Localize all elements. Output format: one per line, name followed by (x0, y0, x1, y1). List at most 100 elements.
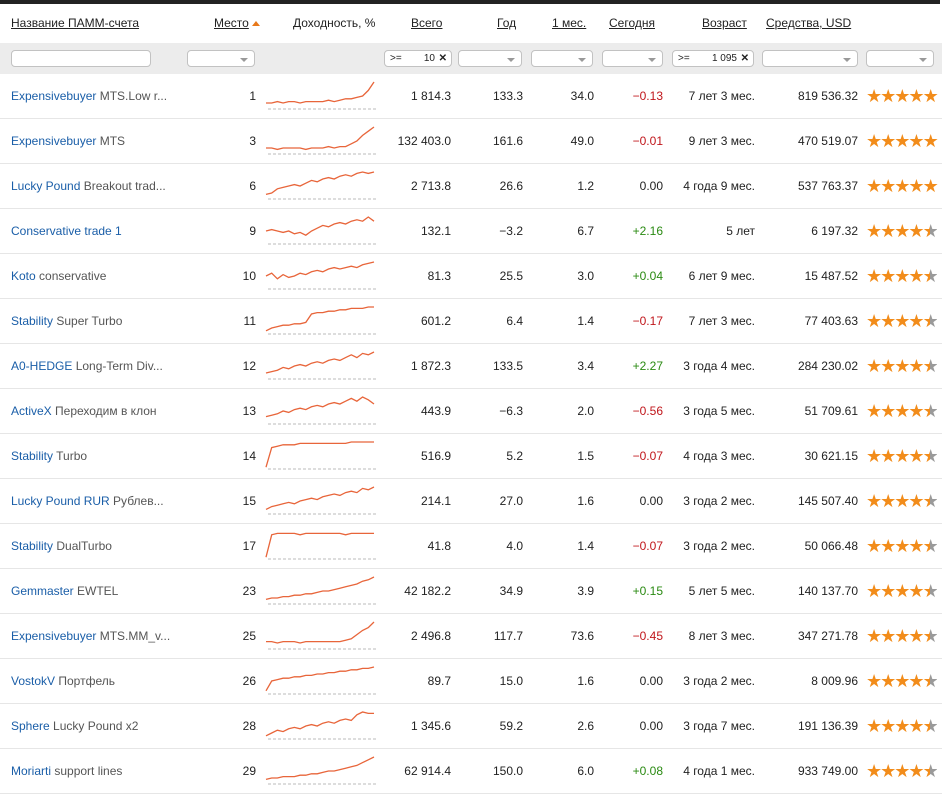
account-manager-name[interactable]: ActiveX (11, 404, 52, 418)
account-name-link[interactable]: Koto conservative (11, 254, 176, 298)
account-manager-name[interactable]: VostokV (11, 674, 55, 688)
col-place-label[interactable]: Место (214, 16, 249, 30)
total-value: 81.3 (427, 269, 451, 283)
today-value: −0.17 (632, 314, 663, 328)
account-name-link[interactable]: Expensivebuyer MTS.Low r... (11, 74, 176, 118)
col-funds-header[interactable]: Средства, USD (766, 4, 851, 43)
account-name-link[interactable]: Stability Turbo (11, 434, 176, 478)
yield-sparkline (265, 171, 376, 200)
table-row[interactable]: Koto conservative 10 81.3 25.5 3.0 +0.04 6 лет… (0, 254, 942, 299)
account-manager-name[interactable]: Expensivebuyer (11, 629, 96, 643)
star-icon: ★ (894, 356, 910, 376)
star-icon: ★ (866, 131, 882, 151)
yield-sparkline (265, 711, 376, 740)
today-filter-select[interactable] (602, 50, 663, 67)
col-total-header[interactable]: Всего (411, 4, 442, 43)
table-row[interactable]: Stability Super Turbo 11 601.2 6.4 1.4 −0.17 7… (0, 299, 942, 344)
table-row[interactable]: Lucky Pound RUR Рублев... 15 214.1 27.0 1.6 0… (0, 479, 942, 524)
table-row[interactable]: ActiveX Переходим в клон 13 443.9 −6.3 2.0 −0… (0, 389, 942, 434)
account-manager-name[interactable]: Expensivebuyer (11, 89, 96, 103)
account-manager-name[interactable]: Koto (11, 269, 36, 283)
account-name-link[interactable]: ActiveX Переходим в клон (11, 389, 176, 433)
year-value: −6.3 (499, 404, 523, 418)
star-icon: ★ (908, 491, 924, 511)
star-icon: ★ (922, 581, 939, 601)
col-name-header[interactable]: Название ПАММ-счета (11, 4, 139, 43)
age-filter-value[interactable]: 1 095 (712, 51, 737, 66)
age-value: 4 года 3 мес. (683, 449, 755, 463)
sort-asc-icon (251, 21, 260, 26)
col-month-header[interactable]: 1 мес. (552, 4, 586, 43)
account-manager-name[interactable]: Stability (11, 314, 53, 328)
col-today-header[interactable]: Сегодня (609, 4, 655, 43)
rating-filter-select[interactable] (866, 50, 934, 67)
total-filter[interactable]: >= 10 ✕ (384, 50, 452, 67)
account-manager-name[interactable]: Lucky Pound (11, 179, 80, 193)
account-manager-name[interactable]: Lucky Pound RUR (11, 494, 110, 508)
account-name-link[interactable]: Sphere Lucky Pound x2 (11, 704, 176, 748)
funds-filter-select[interactable] (762, 50, 858, 67)
place-value: 14 (242, 449, 256, 463)
table-row[interactable]: Conservative trade 1 9 132.1 −3.2 6.7 +2.16 5 … (0, 209, 942, 254)
account-description: Lucky Pound x2 (49, 719, 139, 733)
month-value: 34.0 (570, 89, 594, 103)
account-manager-name[interactable]: Conservative trade 1 (11, 224, 122, 238)
star-icon: ★ (894, 176, 910, 196)
account-manager-name[interactable]: A0-HEDGE (11, 359, 72, 373)
star-icon: ★ (880, 671, 896, 691)
age-value: 5 лет 5 мес. (688, 584, 755, 598)
table-row[interactable]: VostokV Портфель 26 89.7 15.0 1.6 0.00 3 года … (0, 659, 942, 704)
month-filter-select[interactable] (531, 50, 593, 67)
table-row[interactable]: Sphere Lucky Pound x2 28 1 345.6 59.2 2.6 0.0… (0, 704, 942, 749)
star-icon: ★ (880, 356, 896, 376)
table-row[interactable]: Expensivebuyer MTS.Low r... 1 1 814.3 133.3… (0, 74, 942, 119)
clear-icon[interactable]: ✕ (439, 51, 447, 66)
age-value: 3 года 2 мес. (683, 674, 755, 688)
age-value: 4 года 9 мес. (683, 179, 755, 193)
account-name-link[interactable]: Expensivebuyer MTS.MM_v... (11, 614, 176, 658)
star-icon: ★ (908, 401, 924, 421)
account-manager-name[interactable]: Expensivebuyer (11, 134, 96, 148)
account-name-link[interactable]: Conservative trade 1 (11, 209, 176, 253)
table-row[interactable]: Gemmaster EWTEL 23 42 182.2 34.9 3.9 +0.15 5 л… (0, 569, 942, 614)
table-row[interactable]: Stability Turbo 14 516.9 5.2 1.5 −0.07 4 года … (0, 434, 942, 479)
total-filter-operator[interactable]: >= (390, 51, 402, 66)
account-name-link[interactable]: A0-HEDGE Long-Term Div... (11, 344, 176, 388)
table-row[interactable]: Lucky Pound Breakout trad... 6 2 713.8 26.6… (0, 164, 942, 209)
account-name-link[interactable]: Moriarti support lines (11, 749, 176, 793)
account-manager-name[interactable]: Stability (11, 539, 53, 553)
account-manager-name[interactable]: Sphere (11, 719, 50, 733)
account-name-link[interactable]: Lucky Pound Breakout trad... (11, 164, 176, 208)
age-filter-operator[interactable]: >= (678, 51, 690, 66)
account-name-link[interactable]: VostokV Портфель (11, 659, 176, 703)
place-value: 15 (242, 494, 256, 508)
total-value: 41.8 (427, 539, 451, 553)
year-filter-select[interactable] (458, 50, 522, 67)
account-manager-name[interactable]: Gemmaster (11, 584, 74, 598)
age-filter[interactable]: >= 1 095 ✕ (672, 50, 754, 67)
name-filter-input[interactable] (11, 50, 151, 67)
col-place-header[interactable]: Место (214, 4, 260, 43)
account-name-link[interactable]: Gemmaster EWTEL (11, 569, 176, 613)
account-name-link[interactable]: Stability DualTurbo (11, 524, 176, 568)
filter-row: >= 10 ✕ >= 1 095 ✕ (0, 43, 942, 74)
account-name-link[interactable]: Lucky Pound RUR Рублев... (11, 479, 176, 523)
account-name-link[interactable]: Expensivebuyer MTS (11, 119, 176, 163)
table-row[interactable]: Stability DualTurbo 17 41.8 4.0 1.4 −0.07 3 го… (0, 524, 942, 569)
total-value: 1 872.3 (410, 359, 451, 373)
total-filter-value[interactable]: 10 (424, 51, 435, 66)
account-manager-name[interactable]: Moriarti (11, 764, 51, 778)
place-filter-select[interactable] (187, 50, 255, 67)
star-icon: ★ (922, 536, 939, 556)
star-icon: ★ (880, 266, 896, 286)
col-age-header[interactable]: Возраст (702, 4, 747, 43)
col-year-header[interactable]: Год (497, 4, 516, 43)
table-row[interactable]: Expensivebuyer MTS.MM_v... 25 2 496.8 117.7… (0, 614, 942, 659)
account-manager-name[interactable]: Stability (11, 449, 53, 463)
star-icon: ★ (866, 626, 882, 646)
account-name-link[interactable]: Stability Super Turbo (11, 299, 176, 343)
table-row[interactable]: A0-HEDGE Long-Term Div... 12 1 872.3 133.5 3… (0, 344, 942, 389)
table-row[interactable]: Moriarti support lines 29 62 914.4 150.0 6.0… (0, 749, 942, 794)
clear-icon[interactable]: ✕ (741, 51, 749, 66)
table-row[interactable]: Expensivebuyer MTS 3 132 403.0 161.6 49.0 −0.… (0, 119, 942, 164)
